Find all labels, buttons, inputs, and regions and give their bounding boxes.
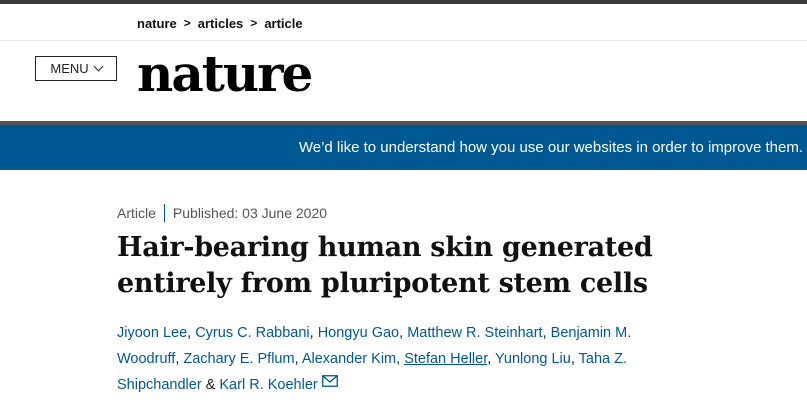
breadcrumb-separator: >: [250, 16, 258, 30]
article-title-line-1: Hair-bearing human skin generated: [117, 232, 653, 263]
article-meta: Article Published: 03 June 2020: [117, 204, 327, 222]
breadcrumb-separator: >: [183, 16, 191, 30]
author-link[interactable]: Cyrus C. Rabbani: [195, 325, 309, 341]
breadcrumb-articles[interactable]: articles: [198, 16, 244, 31]
article-title-line-2: entirely from pluripotent stem cells: [117, 268, 648, 299]
article-title: Hair-bearing human skin generated entire…: [117, 230, 677, 302]
author-separator: ,: [399, 325, 408, 341]
header-divider: [0, 40, 807, 41]
menu-label: MENU: [50, 61, 89, 76]
survey-banner[interactable]: We’d like to understand how you use our …: [0, 125, 807, 170]
author-link[interactable]: Matthew R. Steinhart: [407, 325, 542, 341]
author-separator: ,: [570, 351, 579, 367]
breadcrumb-current: article: [264, 15, 303, 31]
breadcrumb-nature[interactable]: nature: [137, 16, 177, 31]
top-rule: [0, 0, 807, 4]
survey-banner-text: We’d like to understand how you use our …: [298, 139, 803, 156]
author-separator: ,: [396, 351, 405, 367]
author-ampersand: &: [201, 377, 220, 393]
author-link[interactable]: Jiyoon Lee: [117, 325, 187, 341]
author-separator: ,: [487, 351, 496, 367]
meta-divider: [163, 204, 165, 222]
author-separator: ,: [187, 325, 196, 341]
author-link-hovered[interactable]: Stefan Heller: [404, 351, 487, 367]
mail-icon[interactable]: [321, 370, 338, 396]
author-separator: ,: [542, 325, 551, 341]
author-link[interactable]: Zachary E. Pflum: [183, 351, 294, 367]
author-link[interactable]: Alexander Kim: [302, 351, 396, 367]
menu-button[interactable]: MENU: [35, 56, 117, 81]
published-date: Published: 03 June 2020: [172, 205, 328, 221]
author-link[interactable]: Yunlong Liu: [495, 351, 571, 367]
chevron-down-icon: [93, 61, 104, 72]
author-list: Jiyoon Lee, Cyrus C. Rabbani, Hongyu Gao…: [117, 320, 677, 398]
author-separator: ,: [294, 351, 302, 367]
nature-logo[interactable]: nature: [137, 44, 313, 104]
article-type: Article: [117, 205, 156, 221]
author-link[interactable]: Hongyu Gao: [318, 325, 399, 341]
author-separator: ,: [309, 325, 318, 341]
author-link[interactable]: Karl R. Koehler: [219, 377, 317, 393]
breadcrumb: nature > articles > article: [137, 14, 303, 32]
